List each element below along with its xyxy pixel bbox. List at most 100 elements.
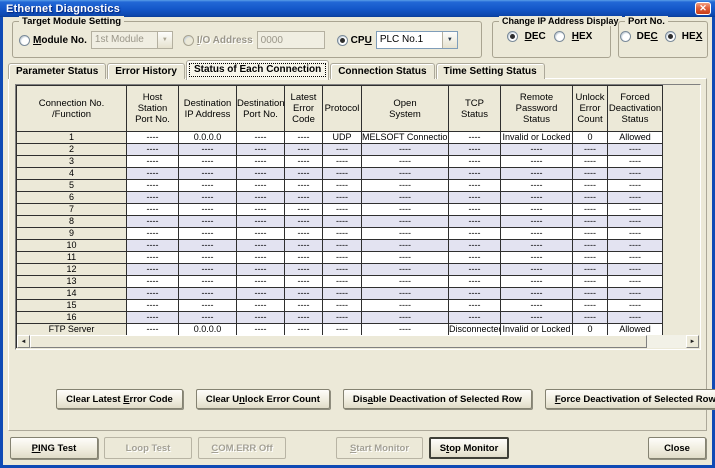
tab-error-history[interactable]: Error History [107, 63, 185, 79]
table-row[interactable]: 5---------------------------------------… [17, 180, 663, 192]
scrollbar-track[interactable] [30, 335, 686, 348]
table-row[interactable]: 3---------------------------------------… [17, 156, 663, 168]
row-label: 10 [17, 240, 127, 252]
connection-status-table: Connection No. /FunctionHost Station Por… [16, 85, 663, 348]
cell: ---- [573, 216, 608, 228]
module-no-radio[interactable] [19, 35, 30, 46]
stop-monitor-button[interactable]: Stop Monitor [429, 437, 509, 459]
cell: ---- [237, 168, 285, 180]
tab-time-setting-status[interactable]: Time Setting Status [436, 63, 545, 79]
table-row[interactable]: 8---------------------------------------… [17, 216, 663, 228]
cell: ---- [573, 180, 608, 192]
com-err-off-button[interactable]: COM.ERR Off [198, 437, 286, 459]
bottom-button-strip: Close PING Test Loop Test COM.ERR Off Start… [3, 431, 712, 465]
cell: ---- [449, 288, 501, 300]
ping-test-button[interactable]: PING Test [10, 437, 98, 459]
cell: ---- [608, 312, 663, 324]
ip-dec-radio[interactable] [507, 31, 518, 42]
close-button[interactable]: Close [648, 437, 706, 459]
table-row[interactable]: 16--------------------------------------… [17, 312, 663, 324]
scroll-left-icon[interactable]: ◄ [17, 335, 30, 348]
cell: 0.0.0.0 [179, 132, 237, 144]
cpu-select[interactable]: PLC No.1 ▼ [376, 31, 458, 49]
table-row[interactable]: FTP Server----0.0.0.0----------------Dis… [17, 324, 663, 336]
cell: Disconnected [449, 324, 501, 336]
cell: ---- [127, 324, 179, 336]
table-row[interactable]: 2---------------------------------------… [17, 144, 663, 156]
cell: ---- [323, 252, 362, 264]
group-label: Target Module Setting [19, 16, 124, 27]
cell: ---- [179, 156, 237, 168]
column-header: Destination IP Address [179, 86, 237, 132]
cell: ---- [179, 216, 237, 228]
io-address-label: I/O Address [197, 35, 253, 46]
tab-connection-status[interactable]: Connection Status [330, 63, 434, 79]
force-deactivation-of-selected-row-button[interactable]: Force Deactivation of Selected Row [545, 389, 715, 409]
disable-deactivation-of-selected-row-button[interactable]: Disable Deactivation of Selected Row [343, 389, 532, 409]
ip-hex-radio[interactable] [554, 31, 565, 42]
horizontal-scrollbar[interactable]: ◄ ► [17, 335, 699, 348]
table-row[interactable]: 13--------------------------------------… [17, 276, 663, 288]
cell: ---- [323, 228, 362, 240]
cell: ---- [323, 216, 362, 228]
tab-parameter-status[interactable]: Parameter Status [8, 63, 106, 79]
scrollbar-thumb[interactable] [30, 335, 647, 348]
row-label: 13 [17, 276, 127, 288]
window-title: Ethernet Diagnostics [0, 3, 120, 15]
scroll-right-icon[interactable]: ► [686, 335, 699, 348]
cell: ---- [285, 288, 323, 300]
cell: ---- [179, 312, 237, 324]
module-no-select: 1st Module ▼ [91, 31, 173, 49]
cell: ---- [573, 252, 608, 264]
row-label: 16 [17, 312, 127, 324]
cell: ---- [323, 168, 362, 180]
table-row[interactable]: 9---------------------------------------… [17, 228, 663, 240]
table-row[interactable]: 4---------------------------------------… [17, 168, 663, 180]
cell: ---- [362, 228, 449, 240]
cell: ---- [608, 144, 663, 156]
cell: ---- [573, 240, 608, 252]
table-row[interactable]: 6---------------------------------------… [17, 192, 663, 204]
cell: ---- [362, 288, 449, 300]
cell: ---- [449, 252, 501, 264]
cell: ---- [362, 144, 449, 156]
close-icon[interactable]: ✕ [695, 2, 711, 15]
cell: ---- [237, 276, 285, 288]
column-header: Connection No. /Function [17, 86, 127, 132]
clear-latest-error-code-button[interactable]: Clear Latest Error Code [56, 389, 183, 409]
row-label: 7 [17, 204, 127, 216]
column-header: Host Station Port No. [127, 86, 179, 132]
port-dec-label: DEC [637, 31, 658, 42]
clear-unlock-error-count-button[interactable]: Clear Unlock Error Count [196, 389, 330, 409]
table-row[interactable]: 11--------------------------------------… [17, 252, 663, 264]
row-label: 2 [17, 144, 127, 156]
loop-test-button[interactable]: Loop Test [104, 437, 192, 459]
cell: ---- [179, 240, 237, 252]
status-of-each-connection-page: Connection No. /FunctionHost Station Por… [8, 78, 707, 431]
table-row[interactable]: 15--------------------------------------… [17, 300, 663, 312]
start-monitor-button[interactable]: Start Monitor [336, 437, 423, 459]
row-label: 1 [17, 132, 127, 144]
table-row[interactable]: 14--------------------------------------… [17, 288, 663, 300]
tab-status-of-each-connection[interactable]: Status of Each Connection [186, 60, 329, 80]
cell: ---- [608, 156, 663, 168]
io-address-field [257, 31, 325, 49]
target-module-setting-group: Target Module Setting Module No. 1st Mod… [12, 21, 482, 58]
cell: ---- [323, 240, 362, 252]
cell: ---- [285, 276, 323, 288]
cell: ---- [608, 300, 663, 312]
cell: ---- [362, 276, 449, 288]
table-row[interactable]: 10--------------------------------------… [17, 240, 663, 252]
cpu-radio[interactable] [337, 35, 348, 46]
table-row[interactable]: 1----0.0.0.0--------UDPMELSOFT Connectio… [17, 132, 663, 144]
tab-strip: Parameter StatusError HistoryStatus of E… [8, 61, 546, 79]
table-row[interactable]: 7---------------------------------------… [17, 204, 663, 216]
row-label: 9 [17, 228, 127, 240]
port-hex-radio[interactable] [665, 31, 676, 42]
cell: ---- [323, 276, 362, 288]
row-label: 5 [17, 180, 127, 192]
table-row[interactable]: 12--------------------------------------… [17, 264, 663, 276]
cell: ---- [127, 312, 179, 324]
port-dec-radio[interactable] [620, 31, 631, 42]
cell: ---- [285, 300, 323, 312]
